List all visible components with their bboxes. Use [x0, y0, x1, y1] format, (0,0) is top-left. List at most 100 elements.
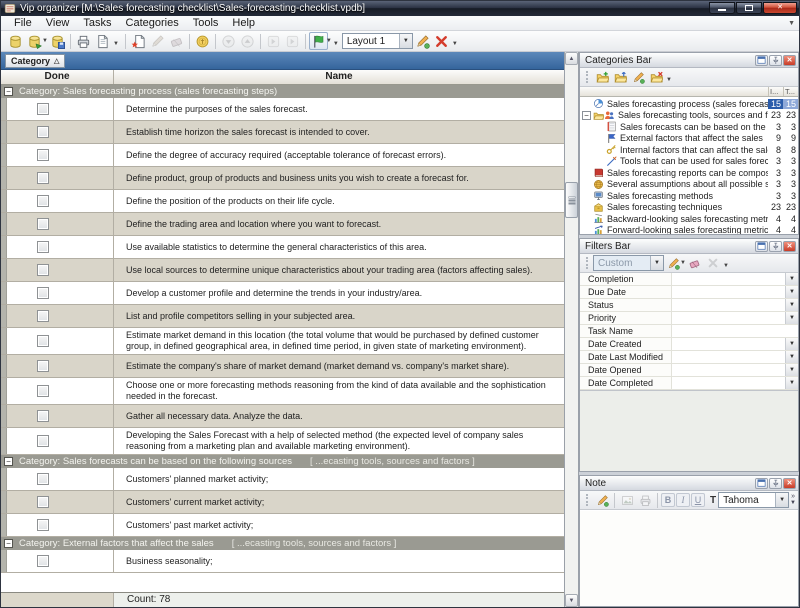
menu-tools[interactable]: Tools	[186, 16, 226, 31]
task-checkbox[interactable]	[37, 287, 49, 299]
task-name[interactable]: Gather all necessary data. Analyze the d…	[114, 405, 564, 427]
new-database-button[interactable]	[6, 32, 25, 50]
task-checkbox[interactable]	[37, 435, 49, 447]
task-checkbox[interactable]	[37, 172, 49, 184]
task-checkbox[interactable]	[37, 149, 49, 161]
task-row[interactable]: Establish time horizon the sales forecas…	[1, 121, 564, 144]
category-group-header[interactable]: −Category: Sales forecasts can be based …	[1, 455, 564, 468]
task-checkbox[interactable]	[37, 264, 49, 276]
column-name[interactable]: Name	[114, 70, 564, 84]
task-name[interactable]: Estimate market demand in this location …	[114, 328, 564, 354]
delete-category-button[interactable]	[647, 69, 665, 85]
filter-value-field[interactable]	[672, 312, 785, 324]
filter-dropdown-icon[interactable]: ▼	[785, 312, 798, 324]
edit-note-button[interactable]	[593, 492, 611, 508]
menu-view[interactable]: View	[39, 16, 77, 31]
task-row[interactable]: Use available statistics to determine th…	[1, 236, 564, 259]
task-checkbox[interactable]	[37, 360, 49, 372]
filter-value-field[interactable]	[672, 325, 798, 337]
task-name[interactable]: List and profile competitors selling in …	[114, 305, 564, 327]
categories-toolbar-overflow-icon[interactable]: ▼	[666, 77, 672, 83]
task-row[interactable]: Estimate the company's share of market d…	[1, 355, 564, 378]
print-preview-button[interactable]	[93, 32, 112, 50]
toolbar-overflow-icon[interactable]: ▼	[333, 41, 339, 47]
filter-value-field[interactable]	[672, 338, 785, 350]
task-row[interactable]: Estimate market demand in this location …	[1, 328, 564, 355]
category-tree-item[interactable]: Sales forecasting reports can be compose…	[580, 167, 798, 179]
category-tree-item[interactable]: External factors that affect the sales99	[580, 133, 798, 145]
maximize-button[interactable]	[736, 2, 762, 14]
task-name[interactable]: Define the position of the products on t…	[114, 190, 564, 212]
task-row[interactable]: Use local sources to determine unique ch…	[1, 259, 564, 282]
filter-dropdown-icon[interactable]: ▼	[785, 338, 798, 350]
category-label[interactable]: Sales forecasts can be based on the foll…	[620, 122, 768, 132]
collapse-group-icon[interactable]: −	[4, 539, 13, 548]
category-label[interactable]: Sales forecasting techniques	[607, 202, 768, 212]
category-label[interactable]: External factors that affect the sales	[620, 133, 768, 143]
category-group-header[interactable]: −Category: Sales forecasting process (sa…	[1, 85, 564, 98]
task-checkbox[interactable]	[37, 385, 49, 397]
grid-vertical-scrollbar[interactable]: ▲ ▼	[565, 52, 579, 607]
add-subcategory-button[interactable]	[611, 69, 629, 85]
new-task-button[interactable]	[129, 32, 148, 50]
layout-combobox[interactable]: Layout 1▼	[342, 33, 413, 49]
category-label[interactable]: Sales forecasting methods	[607, 191, 768, 201]
print-button[interactable]	[74, 32, 93, 50]
pin-panel-icon[interactable]	[769, 241, 782, 252]
task-row[interactable]: Developing the Sales Forecast with a hel…	[1, 428, 564, 455]
menu-file[interactable]: File	[7, 16, 39, 31]
category-group-header[interactable]: −Category: External factors that affect …	[1, 537, 564, 550]
task-checkbox[interactable]	[37, 218, 49, 230]
task-checkbox[interactable]	[37, 335, 49, 347]
scroll-down-icon[interactable]: ▼	[565, 594, 578, 607]
filter-value-field[interactable]	[672, 351, 785, 363]
filter-dropdown-icon[interactable]: ▼	[785, 377, 798, 389]
task-row[interactable]: Develop a customer profile and determine…	[1, 282, 564, 305]
filter-dropdown-icon[interactable]: ▼	[785, 351, 798, 363]
font-combobox[interactable]: Tahoma▼	[718, 492, 789, 508]
category-tree-item[interactable]: Several assumptions about all possible s…	[580, 179, 798, 191]
category-label[interactable]: Forward-looking sales forecasting metric…	[607, 225, 768, 234]
task-row[interactable]: Define the trading area and location whe…	[1, 213, 564, 236]
task-row[interactable]: Customers' past market activity;	[1, 514, 564, 537]
task-name[interactable]: Define the degree of accuracy required (…	[114, 144, 564, 166]
category-tree-item[interactable]: Forward-looking sales forecasting metric…	[580, 225, 798, 235]
task-name[interactable]: Developing the Sales Forecast with a hel…	[114, 428, 564, 454]
task-checkbox[interactable]	[37, 519, 49, 531]
category-tree-item[interactable]: Tools that can be used for sales forecas…	[580, 156, 798, 168]
scroll-up-icon[interactable]: ▲	[565, 52, 578, 65]
menu-help[interactable]: Help	[225, 16, 262, 31]
column-done[interactable]: Done	[1, 70, 114, 84]
filter-value-field[interactable]	[672, 364, 785, 376]
task-row[interactable]: Define the degree of accuracy required (…	[1, 144, 564, 167]
group-by-category-button[interactable]: Category △	[5, 54, 65, 68]
filters-toolbar-overflow-icon[interactable]: ▼	[723, 263, 729, 269]
task-name[interactable]: Business seasonality;	[114, 550, 564, 572]
delete-layout-button[interactable]	[432, 32, 451, 50]
task-name[interactable]: Define product, group of products and bu…	[114, 167, 564, 189]
category-label[interactable]: Sales forecasting process (sales forecas…	[607, 99, 768, 109]
float-panel-icon[interactable]	[755, 478, 768, 489]
save-database-button[interactable]	[48, 32, 67, 50]
edit-layout-button[interactable]	[413, 32, 432, 50]
category-label[interactable]: Sales forecasting reports can be compose…	[607, 168, 768, 178]
font-combobox-dropdown-icon[interactable]: ▼	[775, 493, 788, 507]
close-panel-icon[interactable]: ✕	[783, 478, 796, 489]
task-name[interactable]: Develop a customer profile and determine…	[114, 282, 564, 304]
task-row[interactable]: Customers' planned market activity;	[1, 468, 564, 491]
task-name[interactable]: Customers' planned market activity;	[114, 468, 564, 490]
task-row[interactable]: Business seasonality;	[1, 550, 564, 573]
filter-dropdown-icon[interactable]: ▼	[785, 286, 798, 298]
task-row[interactable]: Customers' current market activity;	[1, 491, 564, 514]
close-panel-icon[interactable]: ✕	[783, 241, 796, 252]
assign-task-button[interactable]	[193, 32, 212, 50]
filter-value-field[interactable]	[672, 299, 785, 311]
task-checkbox[interactable]	[37, 555, 49, 567]
task-name[interactable]: Customers' past market activity;	[114, 514, 564, 536]
task-name[interactable]: Determine the purposes of the sales fore…	[114, 98, 564, 120]
float-panel-icon[interactable]	[755, 241, 768, 252]
category-tree-item[interactable]: Backward-looking sales forecasting metri…	[580, 213, 798, 225]
category-label[interactable]: Several assumptions about all possible s…	[607, 179, 768, 189]
task-row[interactable]: Gather all necessary data. Analyze the d…	[1, 405, 564, 428]
task-row[interactable]: Define product, group of products and bu…	[1, 167, 564, 190]
